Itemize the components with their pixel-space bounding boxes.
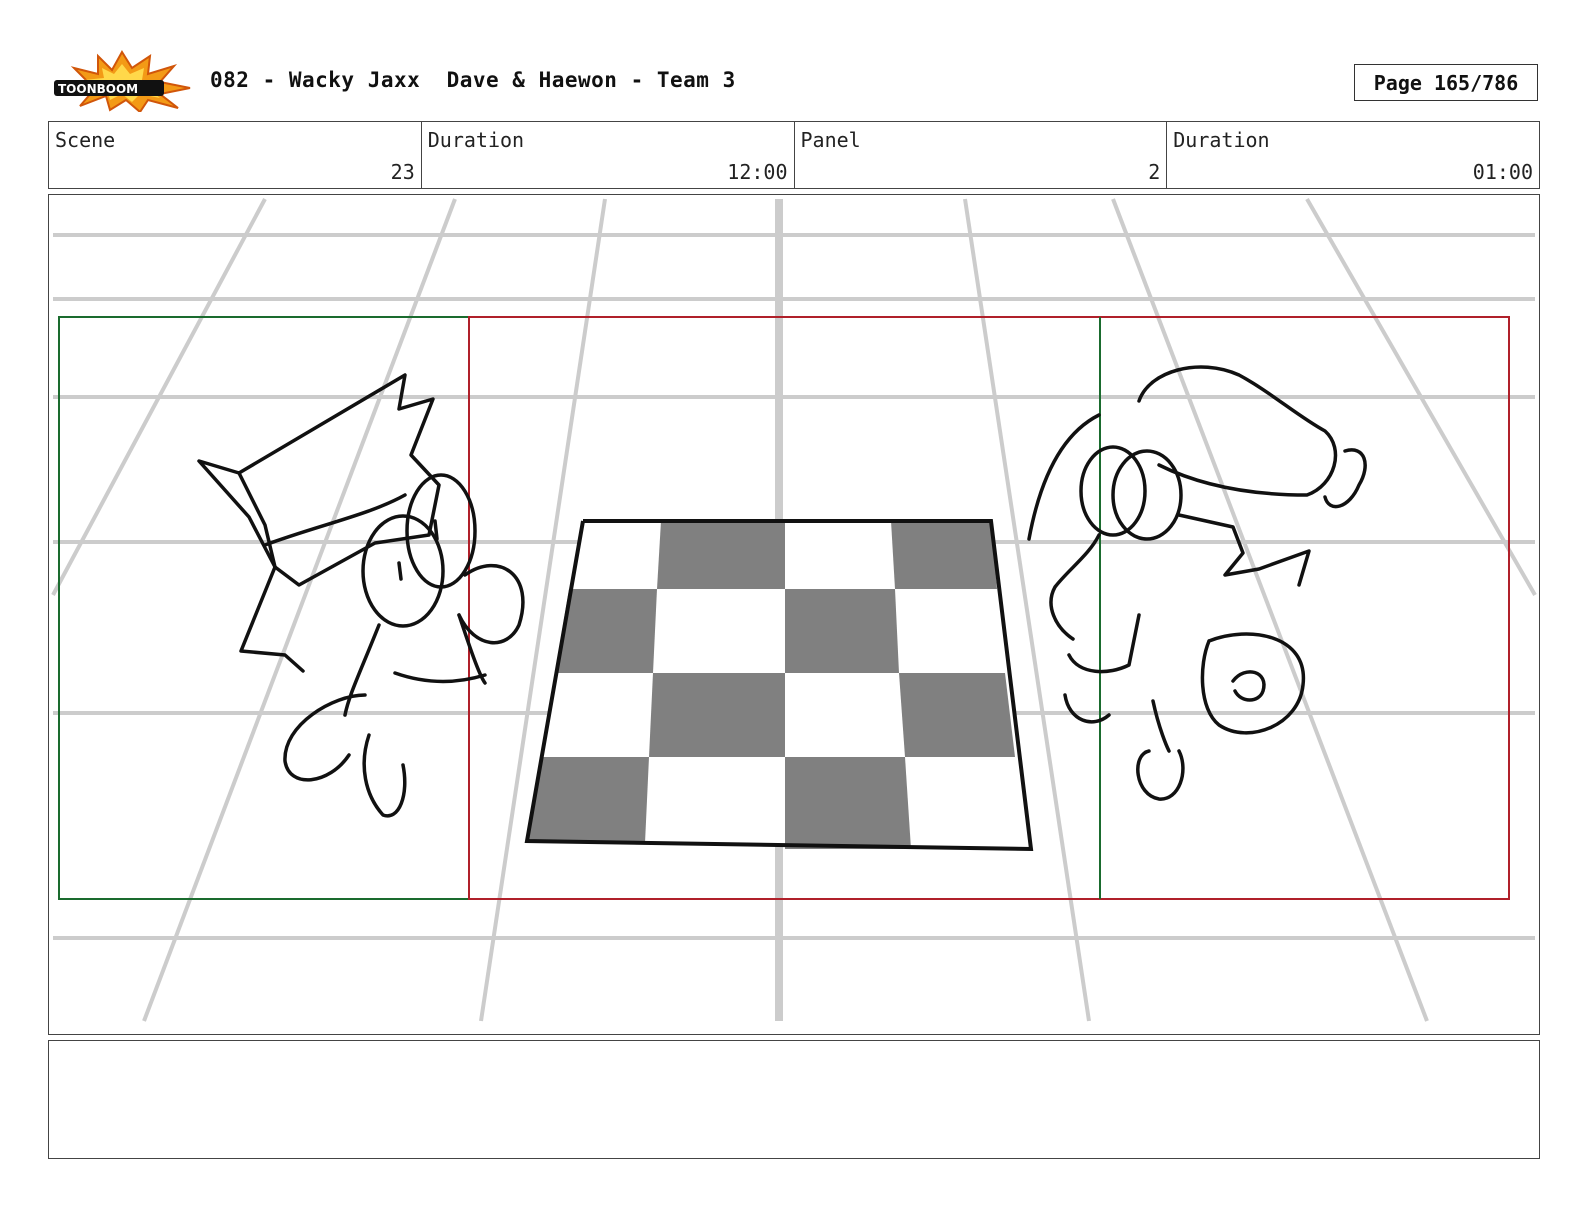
- scene-duration-value: 12:00: [727, 160, 788, 184]
- storyboard-panel: [48, 194, 1540, 1035]
- checkerboard: [524, 519, 1034, 852]
- scene-value: 23: [390, 160, 415, 184]
- right-character-sketch: [1027, 365, 1367, 801]
- panel-duration-label: Duration: [1173, 128, 1270, 152]
- scene-info-bar: Scene 23 Duration 12:00 Panel 2 Duration…: [48, 121, 1540, 189]
- panel-notes-box: [48, 1040, 1540, 1159]
- logo-text: TOONBOOM: [58, 82, 138, 96]
- panel-cell: Panel 2: [795, 122, 1168, 188]
- scene-cell: Scene 23: [49, 122, 422, 188]
- scene-duration-label: Duration: [427, 128, 525, 152]
- panel-label: Panel: [800, 128, 861, 152]
- page-title: 082 - Wacky Jaxx Dave & Haewon - Team 3: [210, 68, 736, 92]
- panel-value: 2: [1148, 160, 1161, 184]
- scene-duration-cell: Duration 12:00: [422, 122, 795, 188]
- panel-duration-cell: Duration 01:00: [1167, 122, 1539, 188]
- toonboom-logo-icon: TOONBOOM: [54, 50, 191, 112]
- scene-label: Scene: [55, 128, 116, 152]
- panel-duration-value: 01:00: [1472, 160, 1533, 184]
- page-number: Page 165/786: [1354, 64, 1538, 101]
- panel-drawing: [51, 198, 1537, 1022]
